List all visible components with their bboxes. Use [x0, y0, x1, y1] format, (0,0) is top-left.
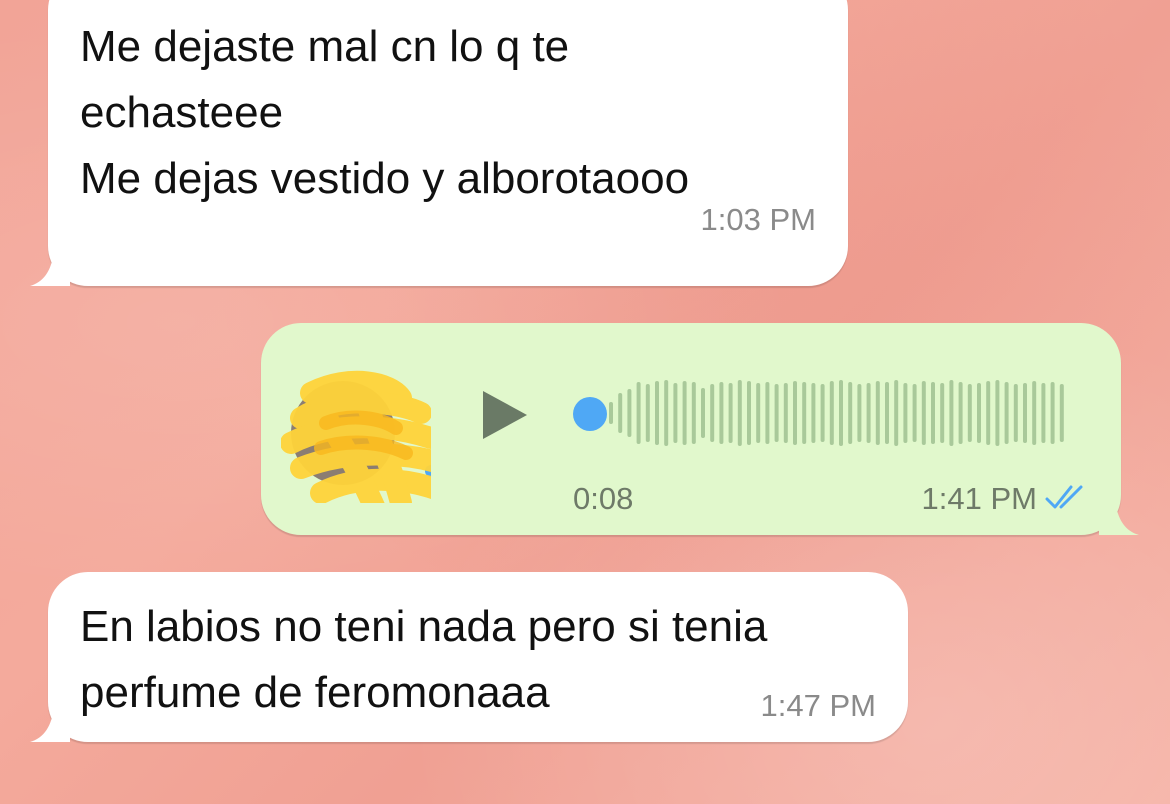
waveform-bar — [1059, 384, 1064, 442]
waveform-bar — [765, 382, 770, 444]
waveform-bar — [986, 381, 991, 445]
chat-area: Me dejaste mal cn lo q te echasteee Me d… — [0, 0, 1170, 804]
waveform-bar — [747, 381, 751, 445]
waveform-bar — [940, 383, 945, 443]
voice-duration: 0:08 — [573, 481, 634, 516]
waveform-bar — [995, 380, 1000, 446]
bubble-tail — [30, 250, 70, 286]
waveform-bar — [967, 384, 972, 442]
waveform-bar — [682, 381, 687, 445]
waveform-bar — [912, 384, 917, 442]
audio-waveform[interactable] — [605, 373, 1075, 453]
waveform-bar — [885, 382, 889, 444]
incoming-message-bubble[interactable]: En labios no teni nada pero si tenia per… — [30, 572, 908, 742]
waveform-bar — [673, 383, 678, 443]
waveform-bar — [719, 382, 724, 444]
waveform-bar — [875, 381, 880, 445]
waveform-bar — [1032, 381, 1037, 445]
double-check-icon — [1045, 485, 1083, 509]
waveform-bar — [737, 380, 742, 446]
waveform-bar — [756, 383, 761, 443]
waveform-bar — [710, 384, 715, 442]
waveform-bar — [958, 382, 963, 444]
incoming-message-bubble[interactable]: Me dejaste mal cn lo q te echasteee Me d… — [30, 0, 848, 286]
waveform-bar — [609, 402, 613, 424]
playback-progress-handle[interactable] — [573, 397, 607, 431]
message-time: 1:03 PM — [700, 202, 816, 237]
play-icon[interactable] — [475, 385, 535, 445]
waveform-bar — [655, 381, 659, 445]
message-time: 1:41 PM — [921, 481, 1037, 516]
bubble-tail — [1099, 499, 1139, 535]
waveform-bar — [931, 382, 935, 444]
waveform-bar — [618, 393, 623, 433]
waveform-bar — [921, 381, 926, 445]
waveform-bar — [848, 382, 853, 444]
waveform-bar — [811, 383, 816, 443]
waveform-bar — [645, 384, 650, 442]
waveform-bar — [949, 380, 954, 446]
waveform-bar — [636, 382, 641, 444]
waveform-bar — [1050, 382, 1055, 444]
waveform-bar — [903, 383, 908, 443]
waveform-bar — [820, 384, 825, 442]
waveform-bar — [977, 383, 981, 443]
waveform-bar — [728, 383, 733, 443]
waveform-bar — [866, 383, 871, 443]
waveform-bar — [829, 381, 834, 445]
waveform-bar — [802, 382, 807, 444]
outgoing-voice-message-bubble[interactable]: 0:08 1:41 PM — [261, 323, 1139, 535]
message-text: Me dejaste mal cn lo q te echasteee Me d… — [80, 22, 690, 203]
bubble-tail — [30, 706, 70, 742]
waveform-bar — [1004, 382, 1009, 444]
waveform-bar — [691, 382, 696, 444]
waveform-bar — [701, 388, 705, 438]
waveform-bar — [774, 384, 779, 442]
waveform-bar — [1041, 383, 1046, 443]
waveform-bar — [783, 383, 788, 443]
sender-avatar-scribbled[interactable] — [281, 353, 431, 503]
waveform-bar — [664, 380, 669, 446]
waveform-bar — [839, 380, 843, 446]
waveform-bar — [894, 380, 899, 446]
waveform-bar — [1013, 384, 1018, 442]
message-time: 1:47 PM — [760, 688, 876, 723]
waveform-bar — [857, 384, 862, 442]
waveform-bar — [793, 381, 797, 445]
waveform-bar — [1023, 383, 1027, 443]
waveform-bar — [627, 389, 632, 437]
